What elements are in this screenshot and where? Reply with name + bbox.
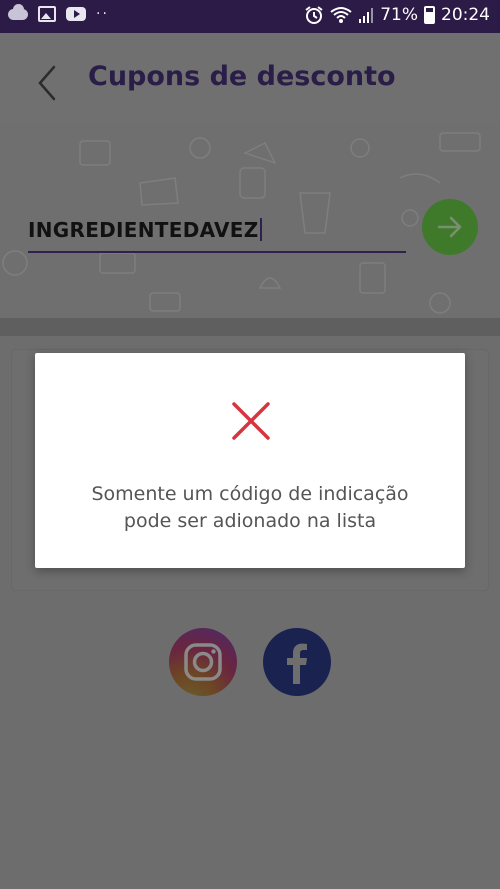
dialog-message: Somente um código de indicação pode ser … [55, 481, 445, 535]
clock: 20:24 [441, 5, 490, 25]
chevron-left-icon[interactable] [28, 63, 68, 103]
instagram-icon [184, 643, 222, 681]
facebook-button[interactable] [263, 628, 331, 696]
dialog-message-line-1: Somente um código de indicação [91, 483, 409, 505]
coupon-code-input[interactable]: INGREDIENTEDAVEZ [28, 215, 406, 253]
app-bar: Cupons de desconto [0, 33, 500, 123]
error-dialog: Somente um código de indicação pode ser … [35, 353, 465, 568]
status-bar: ·· 71% 20:24 [0, 0, 500, 33]
facebook-icon [287, 643, 307, 684]
wifi-icon [330, 7, 352, 23]
text-caret [259, 218, 262, 241]
gallery-icon [38, 6, 56, 22]
battery-percent: 71% [380, 5, 418, 25]
cloud-icon [8, 3, 28, 20]
coupon-code-value: INGREDIENTEDAVEZ [28, 218, 259, 242]
alarm-icon [305, 6, 323, 24]
status-system: 71% 20:24 [304, 5, 490, 25]
apply-coupon-button[interactable] [422, 199, 478, 255]
coupon-entry-section: INGREDIENTEDAVEZ [0, 123, 500, 318]
youtube-icon [66, 7, 86, 21]
battery-icon [424, 6, 435, 24]
more-notifications-icon: ·· [96, 6, 109, 22]
status-notifications: ·· [8, 3, 109, 22]
page-title: Cupons de desconto [88, 61, 396, 92]
close-icon [232, 402, 270, 440]
instagram-button[interactable] [169, 628, 237, 696]
dialog-message-line-2: pode ser adionado na lista [123, 510, 377, 532]
signal-icon [359, 8, 374, 23]
arrow-right-icon [437, 216, 462, 238]
section-divider [0, 318, 500, 336]
